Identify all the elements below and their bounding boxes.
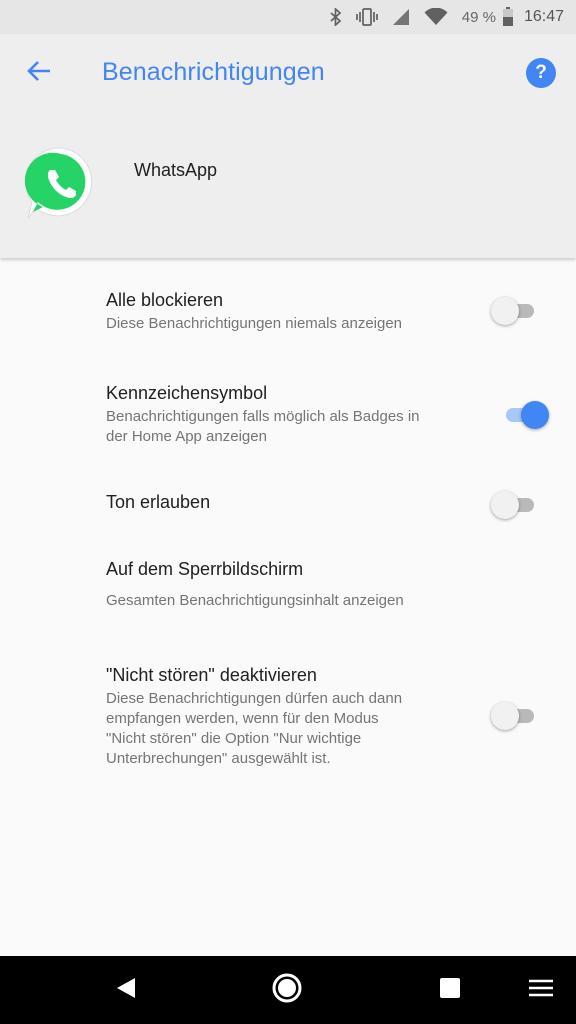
nav-menu-button[interactable] [523,972,559,1008]
setting-subtitle-line: der Home App anzeigen [106,428,267,445]
setting-subtitle-line: Benachrichtigungen falls möglich als Bad… [106,408,420,425]
setting-override-dnd[interactable]: "Nicht stören" deaktivieren Diese Benach… [106,663,546,769]
bluetooth-icon [330,7,342,27]
nav-recents-icon [439,977,461,1004]
nav-home-icon [271,972,303,1009]
nav-recents-button[interactable] [432,972,468,1008]
nav-menu-icon [528,978,554,1003]
block-all-toggle[interactable] [491,297,541,325]
nav-home-button[interactable] [269,972,305,1008]
setting-badge-icon[interactable]: Kennzeichensymbol Benachrichtigungen fal… [106,381,546,447]
setting-subtitle: Gesamten Benachrichtigungsinhalt anzeige… [106,592,404,609]
battery-icon [502,7,514,27]
setting-subtitle-line: empfangen werden, wenn für den Modus [106,710,379,727]
setting-subtitle-line: "Nicht stören" die Option "Nur wichtige [106,730,362,747]
setting-subtitle-line: Diese Benachrichtigungen dürfen auch dan… [106,690,403,707]
setting-title: Ton erlauben [106,492,211,512]
setting-subtitle: Diese Benachrichtigungen niemals anzeige… [106,315,403,332]
page-title: Benachrichtigungen [102,58,325,86]
nav-back-button[interactable] [108,972,144,1008]
help-button[interactable]: ? [526,58,556,88]
setting-title: "Nicht stören" deaktivieren [106,665,317,685]
status-bar: 49 % 16:47 [0,0,576,34]
navigation-bar [0,956,576,1024]
app-name: WhatsApp [134,160,218,180]
cell-signal-icon [392,7,410,27]
battery-percent: 49 % [461,8,496,26]
vibrate-icon [355,7,378,27]
setting-block-all[interactable]: Alle blockieren Diese Benachrichtigungen… [106,288,546,334]
nav-back-icon [115,976,137,1005]
setting-title: Auf dem Sperrbildschirm [106,559,304,579]
whatsapp-icon [22,144,100,222]
setting-title: Alle blockieren [106,290,224,310]
setting-subtitle-line: Unterbrechungen" ausgewählt ist. [106,750,331,767]
setting-lock-screen[interactable]: Auf dem Sperrbildschirm Gesamten Benachr… [106,557,546,611]
setting-allow-sound[interactable]: Ton erlauben [106,490,546,514]
app-header: Benachrichtigungen ? WhatsApp [0,34,576,258]
clock: 16:47 [523,8,564,25]
badge-icon-toggle[interactable] [499,401,549,429]
back-arrow-icon [26,60,52,87]
override-dnd-toggle[interactable] [491,702,541,730]
wifi-icon [424,7,448,27]
allow-sound-toggle[interactable] [491,491,541,519]
setting-title: Kennzeichensymbol [106,383,268,403]
help-icon: ? [535,62,547,83]
back-button[interactable] [22,56,56,90]
